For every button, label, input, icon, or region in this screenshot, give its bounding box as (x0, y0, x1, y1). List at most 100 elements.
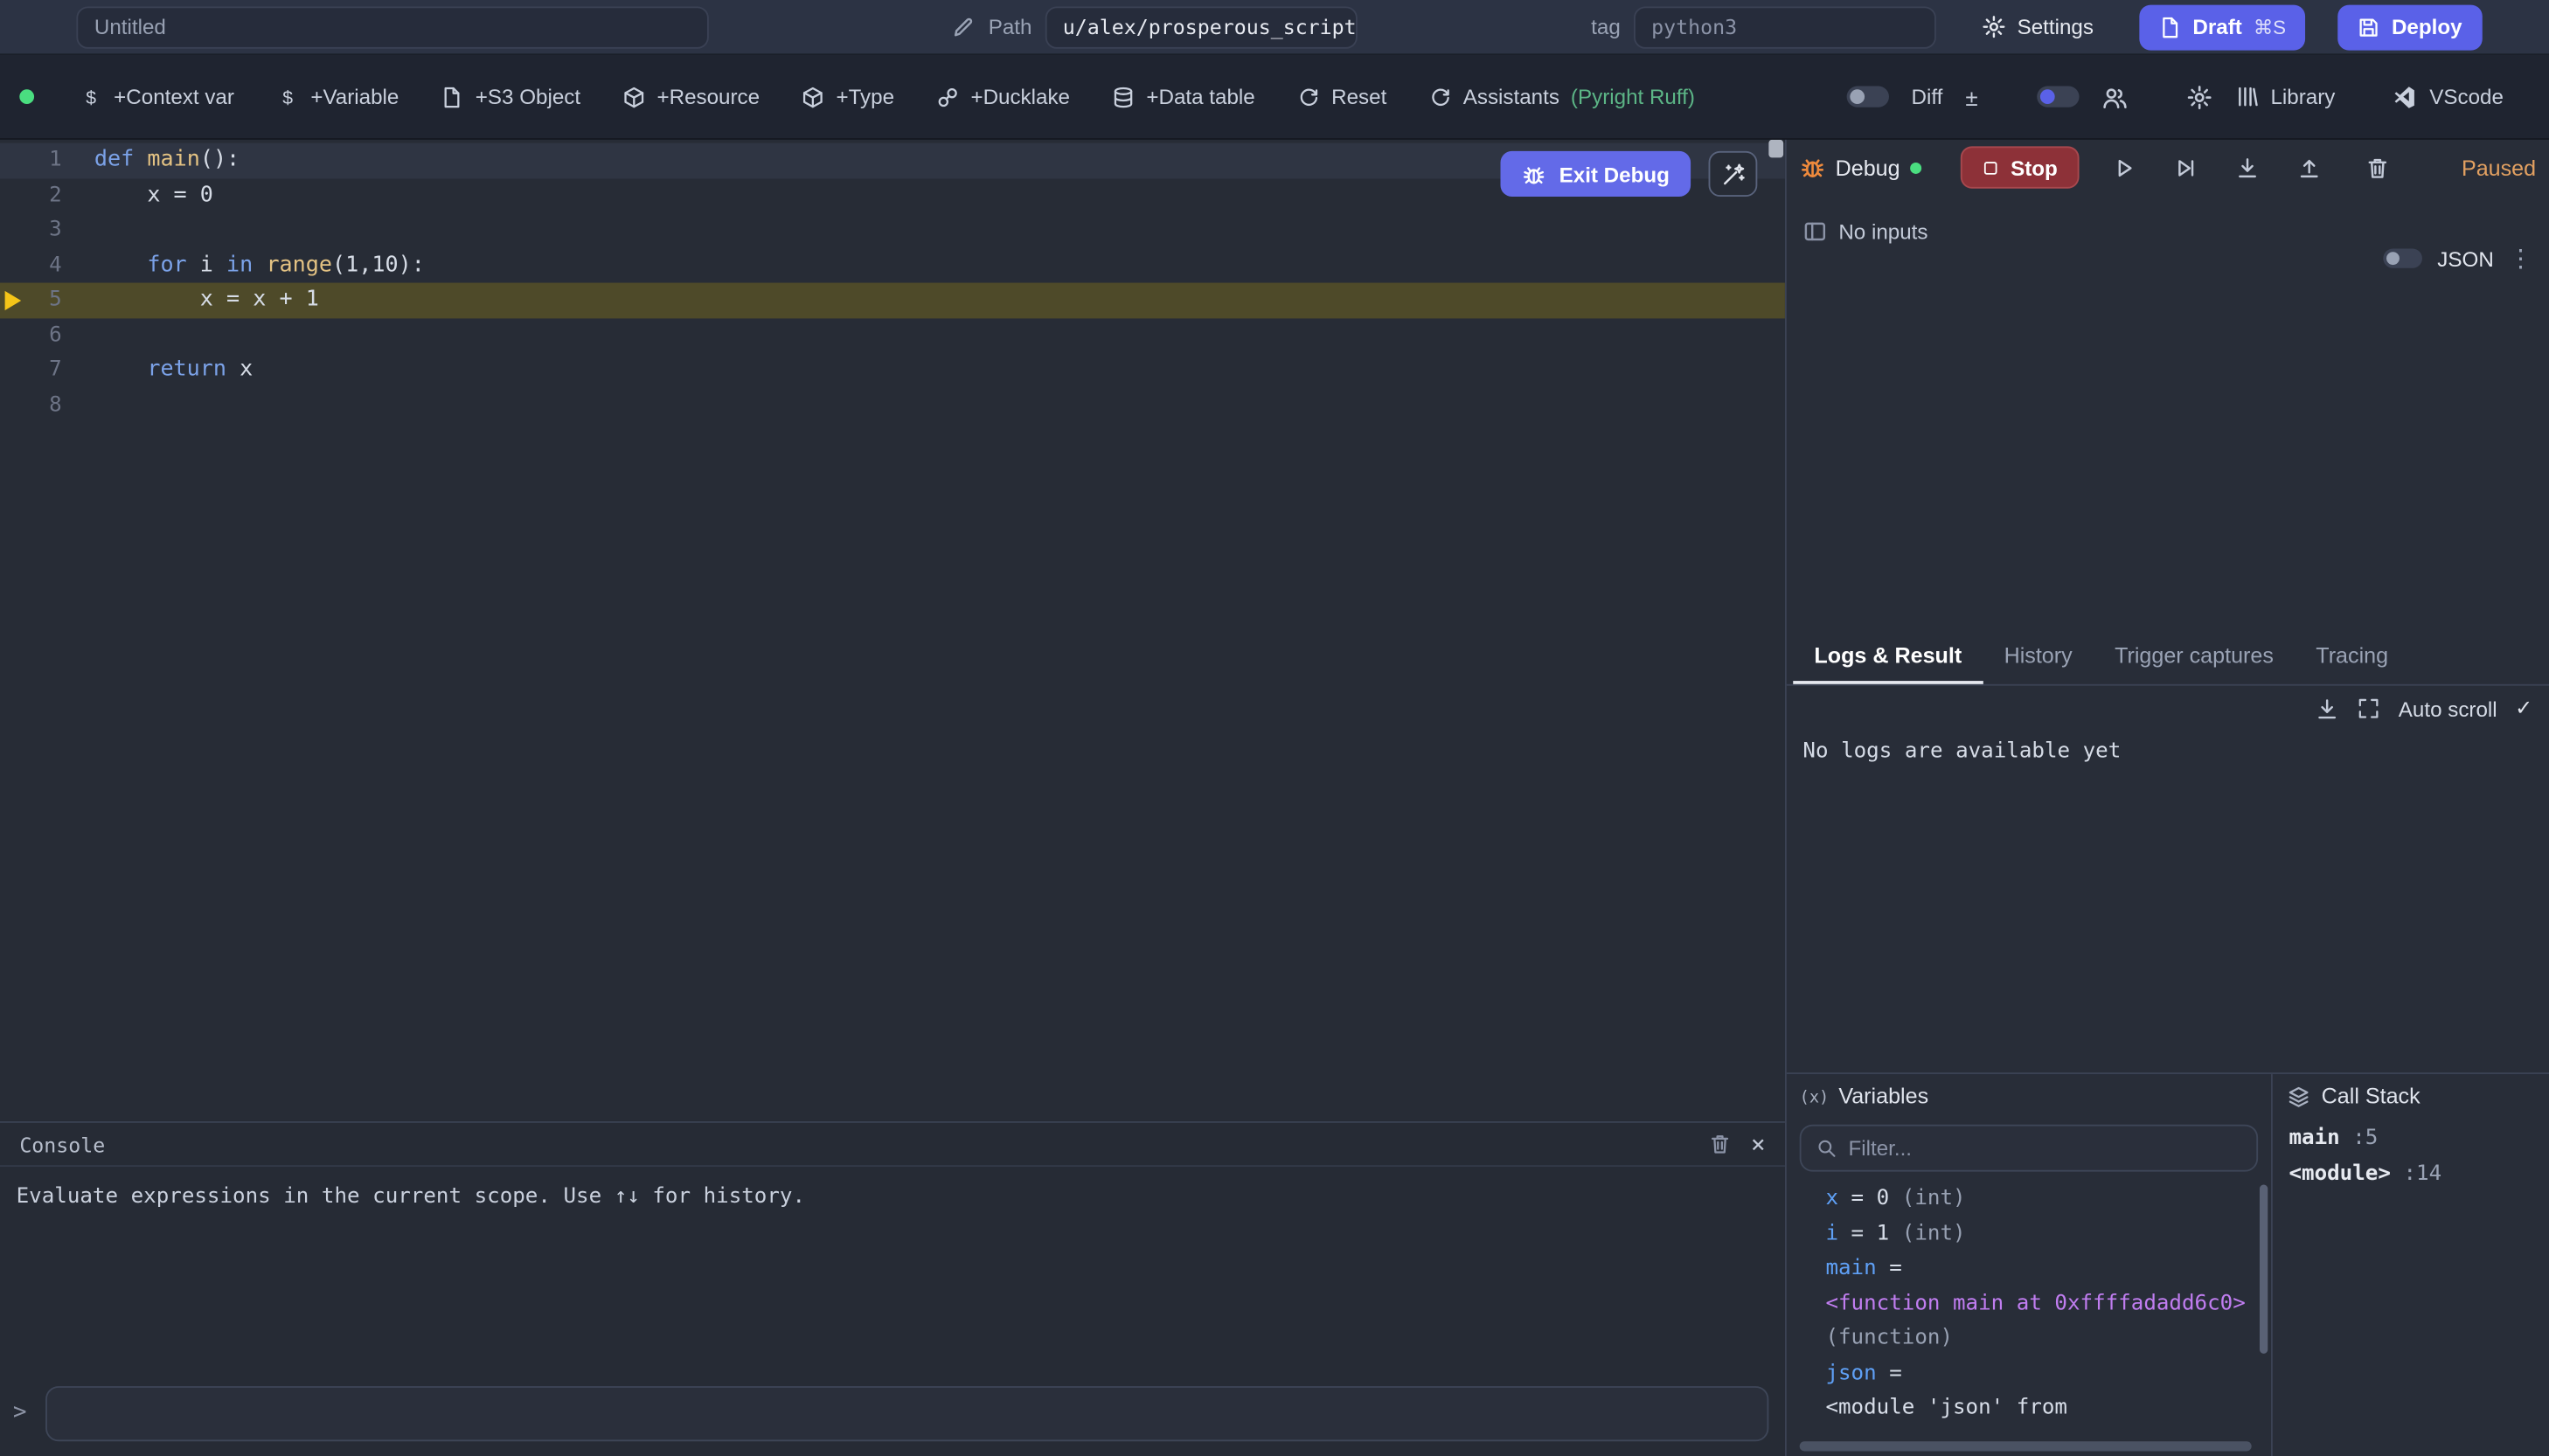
exit-debug-button[interactable]: Exit Debug (1501, 151, 1691, 197)
logs-body: No logs are available yet (1787, 731, 2549, 1072)
left-column: 1def main():2 x = 034 for i in range(1,1… (0, 140, 1785, 1456)
call-stack-header: Call Stack (2273, 1074, 2549, 1118)
step-into-button[interactable] (2225, 146, 2270, 188)
tab-tracing[interactable]: Tracing (2295, 630, 2409, 683)
expand-icon[interactable] (2358, 697, 2380, 720)
tab-trigger-captures[interactable]: Trigger captures (2094, 630, 2295, 683)
console-input[interactable] (45, 1386, 1768, 1441)
kebab-menu-icon[interactable]: ⋮ (2509, 244, 2533, 273)
deploy-label: Deploy (2392, 15, 2462, 39)
code-text: return x (94, 352, 253, 387)
code-line[interactable]: 3 (0, 213, 1785, 248)
diff-toggle[interactable] (1846, 87, 1888, 107)
line-number: 8 (0, 393, 94, 418)
toolbar: $+Context var $+Variable +S3 Object +Resour… (0, 55, 2549, 140)
tag-input[interactable] (1634, 6, 1936, 48)
debug-controls-row: Debug Stop Paused (1787, 140, 2549, 195)
vscode-icon (2393, 85, 2418, 109)
code-line[interactable]: 4 for i in range(1,10): (0, 248, 1785, 283)
code-line[interactable]: 5 x = x + 1 (0, 283, 1785, 318)
debug-bug-icon (1800, 155, 1826, 181)
pencil-icon[interactable] (951, 15, 976, 39)
skip-next-icon (2174, 156, 2198, 180)
trash-icon (2365, 156, 2390, 180)
dollar-icon: $ (276, 86, 299, 108)
toolbar-item-type[interactable]: +Type (802, 85, 894, 109)
ai-wand-button[interactable] (1709, 151, 1758, 197)
stack-frame[interactable]: <module> :14 (2289, 1156, 2532, 1191)
toolbar-item-context-var[interactable]: $+Context var (80, 85, 234, 109)
vscode-button[interactable]: VScode (2393, 85, 2504, 109)
json-toggle[interactable] (2384, 248, 2423, 267)
no-inputs-row: No inputs (1802, 219, 1927, 244)
tab-history[interactable]: History (1983, 630, 2093, 683)
library-button[interactable]: Library (2235, 85, 2336, 109)
exit-debug-label: Exit Debug (1559, 162, 1670, 186)
variables-header: (x) Variables (1787, 1074, 2271, 1118)
diff-adjust-icon[interactable]: ± (1965, 84, 1977, 110)
toolbar-item-label: +S3 Object (476, 85, 580, 109)
debug-step-icons (2101, 146, 2332, 188)
code-line[interactable]: 6 (0, 318, 1785, 353)
stop-square-icon (1982, 158, 1999, 176)
variable-row: <function main at 0xffffadadd6c0> (1825, 1286, 2248, 1321)
tab-logs-result[interactable]: Logs & Result (1793, 630, 1983, 683)
editor-settings-gear-icon[interactable] (2186, 84, 2212, 110)
collab-toggle[interactable] (2037, 87, 2079, 107)
current-line-arrow-icon (5, 291, 22, 310)
console-close-icon[interactable]: × (1751, 1129, 1766, 1158)
path-group: Path u/alex/prosperous_script (951, 6, 1357, 48)
variables-filter-input[interactable] (1848, 1136, 2241, 1161)
people-icon[interactable] (2101, 84, 2128, 110)
scale-wrapper: Path u/alex/prosperous_script tag Settin… (0, 0, 2549, 1456)
code-line[interactable]: 8 (0, 387, 1785, 422)
step-out-button[interactable] (2287, 146, 2332, 188)
toolbar-right: Diff ± Library VScode (1846, 84, 2504, 110)
toolbar-item-reset[interactable]: Reset (1297, 85, 1386, 109)
auto-scroll-check-icon[interactable]: ✓ (2515, 696, 2532, 722)
variable-row: (function) (1825, 1321, 2248, 1356)
toolbar-item-ducklake[interactable]: +Ducklake (936, 85, 1070, 109)
code-line[interactable]: 7 return x (0, 352, 1785, 387)
variable-row: main = (1825, 1251, 2248, 1286)
stack-frame[interactable]: main :5 (2289, 1121, 2532, 1156)
script-path-value[interactable]: u/alex/prosperous_script (1045, 6, 1357, 48)
editor-scrollbar[interactable] (1768, 140, 1783, 157)
auto-scroll-label[interactable]: Auto scroll (2399, 697, 2497, 721)
stop-button[interactable]: Stop (1960, 146, 2079, 188)
debug-mode-label: Debug (1800, 155, 1921, 181)
code-text: for i in range(1,10): (94, 248, 425, 283)
step-over-button[interactable] (2164, 146, 2209, 188)
console-trash-icon[interactable] (1708, 1133, 1731, 1155)
call-stack-list[interactable]: main :5<module> :14 (2273, 1118, 2549, 1194)
svg-text:(x): (x) (1802, 1088, 1828, 1106)
package-icon (622, 86, 645, 108)
deploy-button[interactable]: Deploy (2338, 4, 2482, 50)
variables-filter (1800, 1125, 2258, 1172)
file-icon (441, 86, 464, 108)
download-logs-icon[interactable] (2316, 697, 2340, 721)
continue-button[interactable] (2101, 146, 2147, 188)
variables-horizontal-scrollbar[interactable] (1800, 1441, 2252, 1451)
toolbar-item-s3-object[interactable]: +S3 Object (441, 85, 580, 109)
search-icon (1816, 1138, 1837, 1159)
tag-group: tag (1591, 6, 1935, 48)
settings-button[interactable]: Settings (1982, 15, 2094, 39)
save-icon (2358, 16, 2380, 38)
console-title: Console (19, 1132, 105, 1156)
toolbar-item-variable[interactable]: $+Variable (276, 85, 399, 109)
draft-button[interactable]: Draft ⌘S (2139, 4, 2305, 50)
status-dot (19, 89, 34, 104)
code-text: x = x + 1 (94, 283, 319, 318)
toolbar-item-assistants[interactable]: Assistants(Pyright Ruff) (1429, 85, 1695, 109)
variables-list[interactable]: x = 0 (int)i = 1 (int)main =<function ma… (1787, 1178, 2271, 1456)
script-title-input[interactable] (76, 6, 708, 48)
clear-debug-button[interactable] (2355, 146, 2400, 188)
toolbar-item-resource[interactable]: +Resource (622, 85, 760, 109)
toolbar-item-data-table[interactable]: +Data table (1112, 85, 1254, 109)
variables-vertical-scrollbar[interactable] (2260, 1185, 2268, 1354)
code-editor[interactable]: 1def main():2 x = 034 for i in range(1,1… (0, 140, 1785, 1121)
no-inputs-label: No inputs (1838, 219, 1927, 244)
paused-status: Paused (2462, 156, 2536, 180)
line-number: 7 (0, 358, 94, 383)
